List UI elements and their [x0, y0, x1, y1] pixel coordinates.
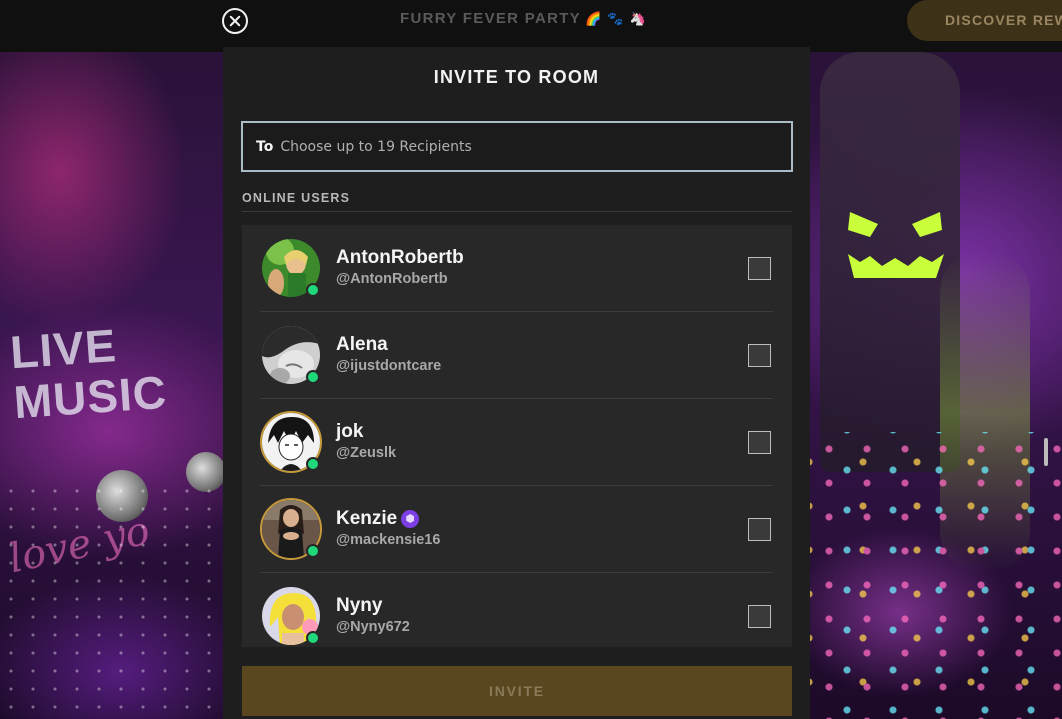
dance-floor-lights	[810, 432, 1062, 719]
online-users-label: ONLINE USERS	[242, 191, 351, 205]
select-user-checkbox[interactable]	[748, 257, 771, 280]
vip-cube-icon	[401, 510, 420, 528]
user-display-name: Nyny	[336, 595, 383, 616]
divider	[242, 211, 792, 212]
invite-modal: INVITE TO ROOM To Choose up to 19 Recipi…	[223, 47, 810, 719]
user-display-name: jok	[336, 421, 364, 442]
recipients-input[interactable]: To Choose up to 19 Recipients	[241, 121, 793, 172]
modal-title: INVITE TO ROOM	[433, 67, 600, 87]
user-display-name: AntonRobertb	[336, 247, 464, 268]
user-handle: @mackensie16	[336, 532, 441, 548]
disco-lights	[0, 482, 224, 719]
user-handle: @ijustdontcare	[336, 358, 442, 374]
close-icon[interactable]	[222, 8, 248, 34]
select-user-checkbox[interactable]	[748, 344, 771, 367]
select-user-checkbox[interactable]	[748, 605, 771, 628]
to-label: To	[256, 138, 274, 155]
user-row[interactable]: Kenzie @mackensie16	[260, 486, 773, 573]
list-fade	[223, 647, 810, 667]
top-bar: FURRY FEVER PARTY 🌈 🐾 🦄 DISCOVER REW	[0, 0, 1062, 52]
room-title-emoji: 🌈 🐾 🦄	[585, 11, 648, 26]
user-row[interactable]: AntonRobertb @AntonRobertb	[260, 225, 773, 312]
user-list[interactable]: AntonRobertb @AntonRobertb Alena @ijustd…	[242, 225, 792, 647]
discover-rewards-button[interactable]: DISCOVER REW	[907, 0, 1062, 41]
online-status-indicator	[306, 370, 320, 384]
online-status-indicator	[306, 631, 320, 645]
user-row[interactable]: jok @Zeuslk	[260, 399, 773, 486]
online-status-indicator	[306, 544, 320, 558]
room-title-text: FURRY FEVER PARTY	[400, 10, 582, 27]
user-handle: @AntonRobertb	[336, 271, 448, 287]
live-music-sign: LIVE MUSIC	[8, 317, 169, 429]
invite-button[interactable]: INVITE	[242, 666, 792, 716]
recipients-placeholder: Choose up to 19 Recipients	[280, 138, 472, 155]
user-row[interactable]: Alena @ijustdontcare	[260, 312, 773, 399]
pumpkin-face-icon	[848, 212, 944, 278]
user-handle: @Nyny672	[336, 619, 410, 635]
user-row[interactable]: Nyny @Nyny672	[260, 573, 773, 647]
sign-text: LIVE MUSIC	[8, 319, 169, 429]
scene-scroll-handle[interactable]	[1044, 438, 1048, 466]
user-display-name: Alena	[336, 334, 388, 355]
select-user-checkbox[interactable]	[748, 518, 771, 541]
select-user-checkbox[interactable]	[748, 431, 771, 454]
user-display-name: Kenzie	[336, 508, 420, 530]
room-title: FURRY FEVER PARTY 🌈 🐾 🦄	[400, 10, 647, 27]
online-status-indicator	[306, 457, 320, 471]
online-status-indicator	[306, 283, 320, 297]
user-handle: @Zeuslk	[336, 445, 397, 461]
